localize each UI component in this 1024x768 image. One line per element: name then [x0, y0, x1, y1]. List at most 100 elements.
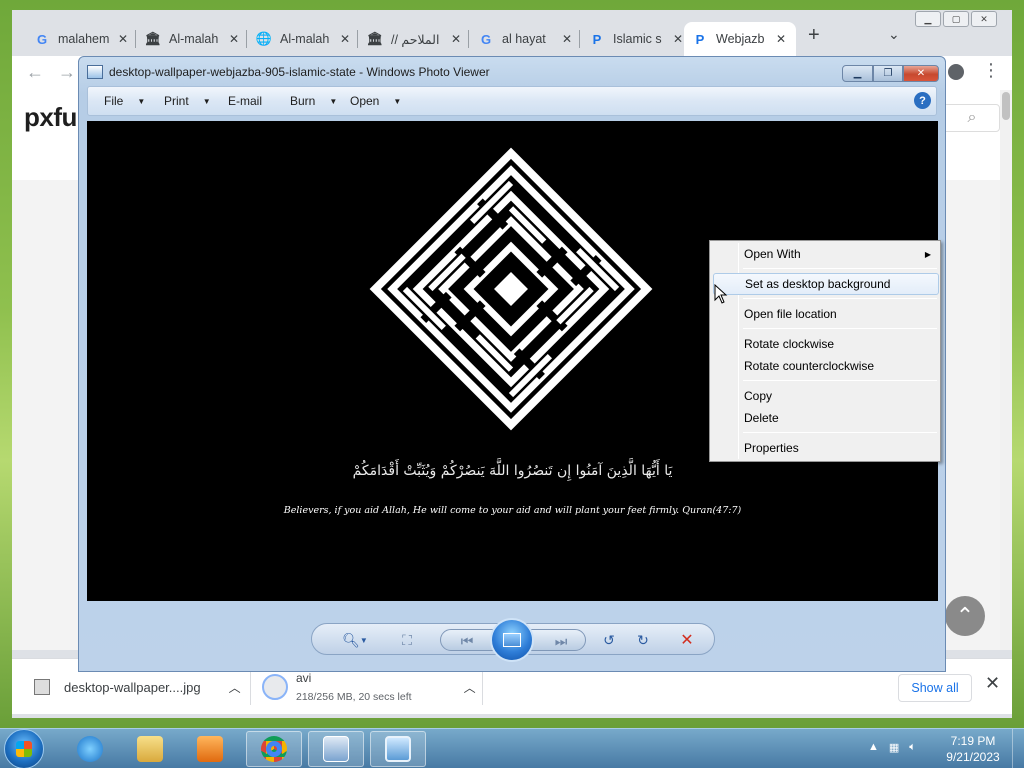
tab-4[interactable]: 🏛 // الملاحم ✕: [359, 22, 469, 56]
close-icon[interactable]: ✕: [971, 11, 997, 27]
show-desktop-button[interactable]: [1012, 729, 1024, 768]
menu-label: E-mail: [228, 94, 263, 108]
taskbar-control-panel[interactable]: [308, 731, 364, 767]
maximize-button[interactable]: ❐: [873, 65, 903, 82]
close-icon[interactable]: ✕: [673, 32, 683, 46]
tab-3[interactable]: 🌐 Al-malah ✕: [248, 22, 358, 56]
next-button[interactable]: ⏭: [549, 631, 573, 651]
menu-burn[interactable]: Burn ▼: [290, 94, 337, 108]
menu-label: Open: [350, 94, 380, 108]
minimize-button[interactable]: ▁: [842, 65, 873, 82]
close-icon[interactable]: ✕: [985, 673, 1000, 694]
globe-icon: 🌐: [255, 31, 273, 46]
profile-icon[interactable]: [948, 64, 964, 80]
tab-1[interactable]: G malahem ✕: [26, 22, 136, 56]
help-icon[interactable]: ?: [914, 92, 931, 109]
menu-item-open-with[interactable]: Open With ▶: [713, 243, 939, 265]
menu-item-open-file-location[interactable]: Open file location: [713, 303, 939, 325]
taskbar-internet-explorer[interactable]: [62, 731, 118, 767]
back-icon[interactable]: ←: [26, 62, 44, 83]
scrollbar-thumb[interactable]: [1002, 92, 1010, 120]
dropdown-arrow-icon: ▼: [359, 635, 368, 645]
network-icon[interactable]: ▦: [889, 741, 899, 754]
close-icon[interactable]: ✕: [229, 32, 239, 46]
taskbar-explorer[interactable]: [122, 731, 178, 767]
start-button[interactable]: [4, 729, 44, 768]
site-logo[interactable]: pxfu: [24, 102, 77, 133]
minimize-icon: ▁: [853, 68, 862, 79]
chevron-up-icon[interactable]: ︿: [229, 679, 241, 696]
tab-divider: [135, 30, 136, 48]
menu-item-rotate-counterclockwise[interactable]: Rotate counterclockwise: [713, 355, 939, 377]
menu-label: Burn: [290, 94, 316, 108]
menu-email[interactable]: E-mail: [228, 94, 262, 108]
tab-5[interactable]: G al hayat ✕: [470, 22, 580, 56]
taskbar-media-player[interactable]: [182, 731, 238, 767]
close-icon[interactable]: ✕: [776, 32, 786, 46]
photo-viewer-icon: [87, 65, 103, 79]
tab-6[interactable]: P Islamic s ✕: [581, 22, 691, 56]
chevron-up-icon[interactable]: ︿: [464, 679, 476, 696]
show-hidden-icons-icon[interactable]: ▲: [868, 741, 879, 754]
download-filename: desktop-wallpaper....jpg: [64, 679, 201, 695]
dropdown-arrow-icon: ▼: [137, 96, 146, 106]
menu-separator: [743, 432, 937, 433]
rotate-clockwise-button[interactable]: ↻: [632, 630, 654, 650]
delete-button[interactable]: ✕: [676, 630, 698, 650]
slideshow-button[interactable]: [490, 618, 534, 662]
slideshow-icon: [503, 633, 521, 647]
forward-icon[interactable]: →: [58, 62, 76, 83]
close-icon[interactable]: ✕: [451, 32, 461, 46]
menu-label: File: [104, 94, 124, 108]
menu-item-label: Delete: [744, 411, 779, 425]
minimize-icon[interactable]: ▁: [915, 11, 941, 27]
page-scrollbar[interactable]: [1000, 90, 1012, 650]
tab-7-active[interactable]: P Webjazb ✕: [684, 22, 796, 56]
show-all-button[interactable]: Show all: [898, 674, 972, 702]
volume-muted-icon[interactable]: 🔈︎: [909, 741, 916, 754]
zoom-button[interactable]: 🔍︎ ▼: [338, 630, 372, 650]
dropdown-arrow-icon: ▼: [202, 96, 211, 106]
previous-button[interactable]: ⏮: [455, 631, 479, 651]
playback-controls: 🔍︎ ▼ ⛶ ⏮ ⏭ ↺ ↻ ✕: [311, 618, 715, 662]
close-icon[interactable]: ✕: [118, 32, 128, 46]
menu-file[interactable]: File ▼: [104, 94, 145, 108]
tab-divider: [357, 30, 358, 48]
menu-open[interactable]: Open ▼: [350, 94, 401, 108]
tab-label: Al-malah: [169, 32, 219, 46]
maximize-icon[interactable]: ▢: [943, 11, 969, 27]
tab-2[interactable]: 🏛 Al-malah ✕: [137, 22, 247, 56]
chrome-window-controls: ▁ ▢ ✕: [915, 11, 997, 27]
menu-item-rotate-clockwise[interactable]: Rotate clockwise: [713, 333, 939, 355]
actual-size-button[interactable]: ⛶: [396, 630, 418, 650]
title-bar[interactable]: desktop-wallpaper-webjazba-905-islamic-s…: [87, 65, 490, 79]
delete-icon: ✕: [680, 632, 694, 649]
close-icon[interactable]: ✕: [562, 32, 572, 46]
menu-item-label: Properties: [744, 441, 799, 455]
menu-item-properties[interactable]: Properties: [713, 437, 939, 459]
close-button[interactable]: ✕: [903, 65, 939, 82]
taskbar-photo-viewer[interactable]: [370, 731, 426, 767]
menu-label: Print: [164, 94, 189, 108]
close-icon[interactable]: ✕: [340, 32, 350, 46]
new-tab-button[interactable]: +: [808, 24, 820, 47]
chevron-down-icon[interactable]: ⌄: [888, 26, 900, 43]
menu-item-delete[interactable]: Delete: [713, 407, 939, 429]
menu-item-set-desktop-background[interactable]: Set as desktop background: [713, 273, 939, 295]
download-divider: [482, 669, 483, 705]
google-icon: G: [480, 31, 492, 47]
taskbar-chrome[interactable]: [246, 731, 302, 767]
search-icon[interactable]: ⌕: [944, 104, 1000, 132]
back-to-top-button[interactable]: ⌃: [945, 596, 985, 636]
download-status: 218/256 MB, 20 secs left: [296, 691, 412, 703]
rotate-counterclockwise-button[interactable]: ↺: [598, 630, 620, 650]
more-options-icon[interactable]: ⋮: [982, 60, 1000, 81]
menu-item-copy[interactable]: Copy: [713, 385, 939, 407]
institution-icon: 🏛: [144, 31, 162, 46]
dropdown-arrow-icon: ▼: [393, 96, 402, 106]
tab-divider: [468, 30, 469, 48]
clock[interactable]: 7:19 PM 9/21/2023: [940, 733, 1006, 765]
previous-icon: ⏮: [460, 632, 474, 649]
tab-label: malahem: [58, 32, 110, 46]
menu-print[interactable]: Print ▼: [164, 94, 211, 108]
